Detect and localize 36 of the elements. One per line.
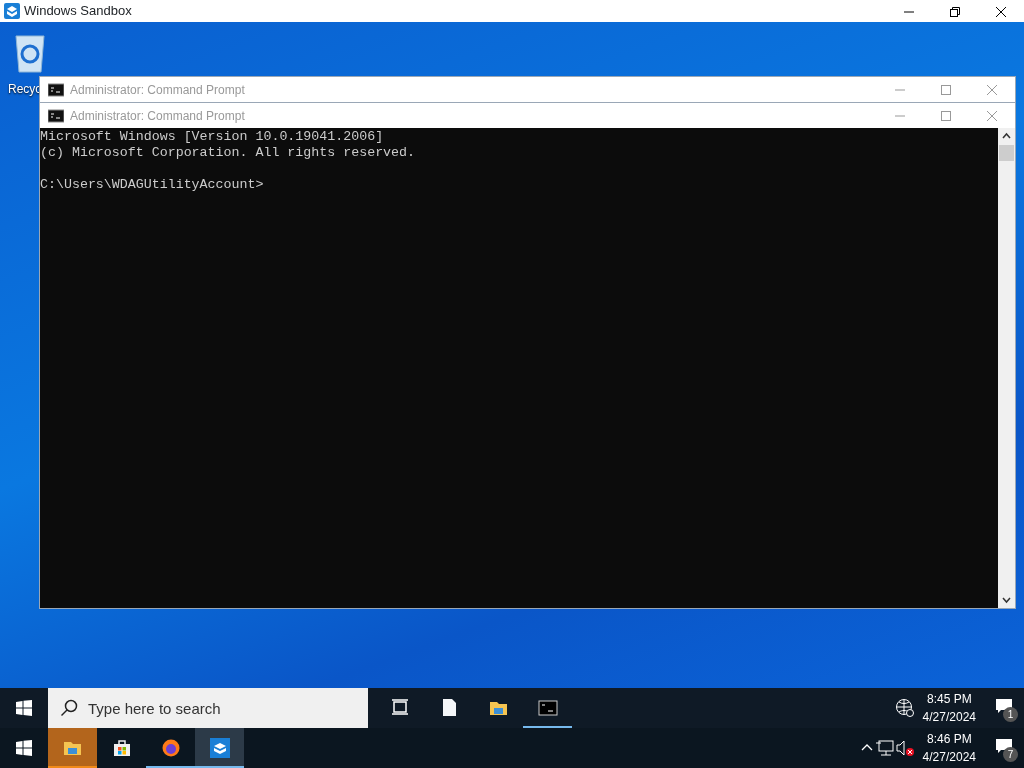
console-prompt: C:\Users\WDAGUtilityAccount>: [40, 177, 264, 193]
console-line: (c) Microsoft Corporation. All rights reserved.: [40, 145, 416, 161]
close-icon: [987, 111, 997, 122]
scrollbar[interactable]: [998, 128, 1015, 608]
console-icon: [48, 81, 64, 98]
clock-time: 8:46 PM: [925, 731, 973, 748]
windows-logo-icon: [16, 699, 32, 716]
console-line: Microsoft Windows [Version 10.0.19041.2006]: [40, 129, 384, 145]
search-field[interactable]: Type here to search: [48, 688, 368, 728]
maximize-icon: [941, 85, 951, 96]
close-icon: [996, 6, 1006, 17]
windows-logo-icon: [16, 739, 32, 756]
clock-date: 4/27/2024: [922, 749, 976, 766]
notification-button[interactable]: 1: [984, 688, 1024, 728]
notification-count: 7: [1003, 747, 1018, 762]
console-icon: [537, 697, 558, 718]
clock-time: 8:45 PM: [925, 691, 973, 708]
task-view-icon: [390, 697, 411, 718]
restore-icon: [950, 6, 960, 17]
close-icon: [987, 85, 997, 96]
app-icon: [4, 3, 20, 19]
shopping-bag-icon: [111, 737, 132, 758]
clock-date: 4/27/2024: [922, 709, 976, 726]
notification-count: 1: [1003, 707, 1018, 722]
network-icon[interactable]: [874, 739, 895, 757]
window-title: Administrator: Command Prompt: [70, 107, 245, 125]
muted-speaker-icon[interactable]: [894, 739, 915, 757]
search-icon: [60, 699, 78, 717]
console-icon: [48, 107, 64, 124]
maximize-icon: [941, 111, 951, 122]
taskbar-button[interactable]: [195, 728, 244, 768]
scroll-thumb[interactable]: [999, 145, 1014, 161]
window-title: Windows Sandbox: [24, 2, 132, 21]
window-title: Administrator: Command Prompt: [70, 81, 245, 99]
sandbox-icon: [209, 737, 230, 758]
notification-button[interactable]: 7: [984, 728, 1024, 768]
